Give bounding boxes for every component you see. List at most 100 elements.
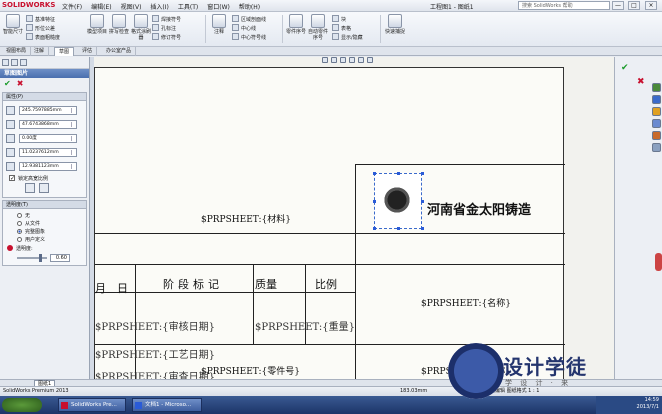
previous-view-icon[interactable] xyxy=(340,57,346,63)
format-painter-button[interactable]: 格式涂刷器 xyxy=(130,14,152,41)
zoom-area-icon[interactable] xyxy=(331,57,337,63)
tab-office-products[interactable]: 办公室产品 xyxy=(102,47,137,56)
task-word[interactable]: 文档1 - Microso... xyxy=(132,398,202,412)
resize-handle[interactable] xyxy=(373,172,376,175)
tab-annotation[interactable]: 注解 xyxy=(30,47,50,56)
resources-icon[interactable] xyxy=(652,83,661,92)
ribbon-item-hole[interactable]: 孔标注 xyxy=(152,24,176,32)
close-button[interactable]: × xyxy=(645,1,657,10)
smart-dimension-button[interactable]: 智能尺寸 xyxy=(2,14,24,35)
close-icon[interactable]: ✖ xyxy=(637,77,645,87)
resize-handle[interactable] xyxy=(421,172,424,175)
resize-handle[interactable] xyxy=(397,227,400,230)
radio-full-image[interactable]: 完整图象 xyxy=(3,227,86,235)
lock-aspect-row[interactable]: ✓ 锁定高宽比例 xyxy=(3,173,86,183)
command-manager: 智能尺寸 基准特征 形位公差 表面粗糙度 模型项目 拼写检查 格式涂刷器 焊接符… xyxy=(0,12,662,47)
property-manager-icon[interactable] xyxy=(11,59,18,66)
ribbon-item-revision[interactable]: 修订符号 xyxy=(152,33,181,41)
custom-properties-icon[interactable] xyxy=(652,143,661,152)
transparency-icon xyxy=(7,245,13,251)
pane-scroll-handle[interactable] xyxy=(655,253,662,271)
flip-horizontal-button[interactable] xyxy=(25,183,35,193)
command-tabs: 视图布局 注解 草图 评估 办公室产品 xyxy=(0,47,662,56)
resize-handle[interactable] xyxy=(373,227,376,230)
resize-handle[interactable] xyxy=(421,227,424,230)
ribbon-item-surface[interactable]: 表面粗糙度 xyxy=(26,33,60,41)
lock-aspect-label: 锁定高宽比例 xyxy=(18,175,49,182)
quick-snap-button[interactable]: 快速捕捉 xyxy=(384,14,406,35)
tab-sketch[interactable]: 草图 xyxy=(54,47,75,56)
ribbon-item-centermark[interactable]: 中心符号线 xyxy=(232,33,266,41)
angle-field[interactable]: 0.00度 xyxy=(19,133,77,143)
resize-handle[interactable] xyxy=(373,200,376,203)
radio-button[interactable] xyxy=(17,212,22,218)
width-field[interactable]: 11.0237612mm xyxy=(19,147,77,157)
menu-insert[interactable]: 插入(I) xyxy=(150,2,168,11)
feature-tree-icon[interactable] xyxy=(2,59,9,66)
menu-window[interactable]: 窗口(W) xyxy=(207,2,230,11)
view-palette-icon[interactable] xyxy=(652,119,661,128)
check-icon[interactable]: ✔ xyxy=(4,80,11,88)
radio-from-file[interactable]: 从文件 xyxy=(3,219,86,227)
height-field[interactable]: 12.9381123mm xyxy=(19,161,77,171)
auto-balloon-button[interactable]: 自动零件序号 xyxy=(307,14,329,41)
file-explorer-icon[interactable] xyxy=(652,107,661,116)
radio-none[interactable]: 无 xyxy=(3,211,86,219)
hide-show-icon[interactable] xyxy=(367,57,373,63)
resize-handle[interactable] xyxy=(421,200,424,203)
sketch-picture[interactable] xyxy=(373,172,424,230)
x-position-field[interactable]: 245.7597885mm xyxy=(19,105,77,115)
transparency-slider[interactable] xyxy=(17,254,47,262)
model-items-button[interactable]: 模型项目 xyxy=(86,14,108,35)
design-library-icon[interactable] xyxy=(652,95,661,104)
search-input[interactable]: 搜索 SolidWorks 帮助 xyxy=(518,1,610,10)
menu-file[interactable]: 文件(F) xyxy=(62,2,82,11)
ribbon-item-datum[interactable]: 基准特征 xyxy=(26,15,55,23)
transparency-value-field[interactable]: 0.60 xyxy=(50,254,70,262)
ribbon-item-gtol[interactable]: 形位公差 xyxy=(26,24,55,32)
y-position-field[interactable]: 47.6743868mm xyxy=(19,119,77,129)
radio-button-selected[interactable] xyxy=(17,228,22,234)
minimize-button[interactable]: — xyxy=(612,1,624,10)
radio-button[interactable] xyxy=(17,236,22,242)
task-solidworks[interactable]: SolidWorks Pre... xyxy=(58,398,126,412)
properties-section-header[interactable]: 属性(P) xyxy=(2,92,87,101)
drawing-canvas[interactable]: $PRPSHEET:{材料} $PRPSHEET:{名称} $PRPSHEET:… xyxy=(94,57,614,379)
lock-aspect-checkbox[interactable]: ✓ xyxy=(9,175,15,182)
prop-x-row: 245.7597885mm xyxy=(3,103,86,117)
menu-tools[interactable]: 工具(T) xyxy=(178,2,198,11)
y-position-icon xyxy=(6,119,15,129)
tab-evaluate[interactable]: 评估 xyxy=(78,47,98,56)
radio-button[interactable] xyxy=(17,220,22,226)
balloon-button[interactable]: 零件序号 xyxy=(285,14,307,35)
maximize-button[interactable]: □ xyxy=(628,1,640,10)
ribbon-item-weld[interactable]: 焊接符号 xyxy=(152,15,181,23)
menu-help[interactable]: 帮助(H) xyxy=(239,2,260,11)
flip-vertical-button[interactable] xyxy=(39,183,49,193)
view-orientation-icon[interactable] xyxy=(349,57,355,63)
transparency-section-header[interactable]: 透明度(T) xyxy=(2,200,87,209)
menu-view[interactable]: 视图(V) xyxy=(121,2,142,11)
tb-line-v2 xyxy=(253,264,254,344)
resize-handle[interactable] xyxy=(397,172,400,175)
check-icon[interactable]: ✔ xyxy=(621,63,629,73)
ribbon-item-show-hide[interactable]: 显示/隐藏 xyxy=(332,33,363,41)
note-button[interactable]: 注释 xyxy=(208,14,230,35)
menu-bar: 文件(F) 编辑(E) 视图(V) 插入(I) 工具(T) 窗口(W) 帮助(H… xyxy=(62,2,260,11)
spell-check-button[interactable]: 拼写检查 xyxy=(108,14,130,35)
display-style-icon[interactable] xyxy=(358,57,364,63)
ribbon-item-block[interactable]: 块 xyxy=(332,15,346,23)
zoom-fit-icon[interactable] xyxy=(322,57,328,63)
ribbon-item-hatch[interactable]: 区域剖面线 xyxy=(232,15,266,23)
radio-user-defined[interactable]: 用户定义 xyxy=(3,235,86,243)
menu-edit[interactable]: 编辑(E) xyxy=(91,2,111,11)
config-manager-icon[interactable] xyxy=(20,59,27,66)
start-button[interactable] xyxy=(2,398,42,412)
ribbon-item-table[interactable]: 表格 xyxy=(332,24,351,32)
appearances-icon[interactable] xyxy=(652,131,661,140)
ribbon-item-centerline[interactable]: 中心线 xyxy=(232,24,256,32)
close-icon[interactable]: ✖ xyxy=(17,80,24,88)
slider-thumb[interactable] xyxy=(39,254,42,262)
dimension-icon xyxy=(6,14,20,28)
tab-view-layout[interactable]: 视图布局 xyxy=(2,47,32,56)
